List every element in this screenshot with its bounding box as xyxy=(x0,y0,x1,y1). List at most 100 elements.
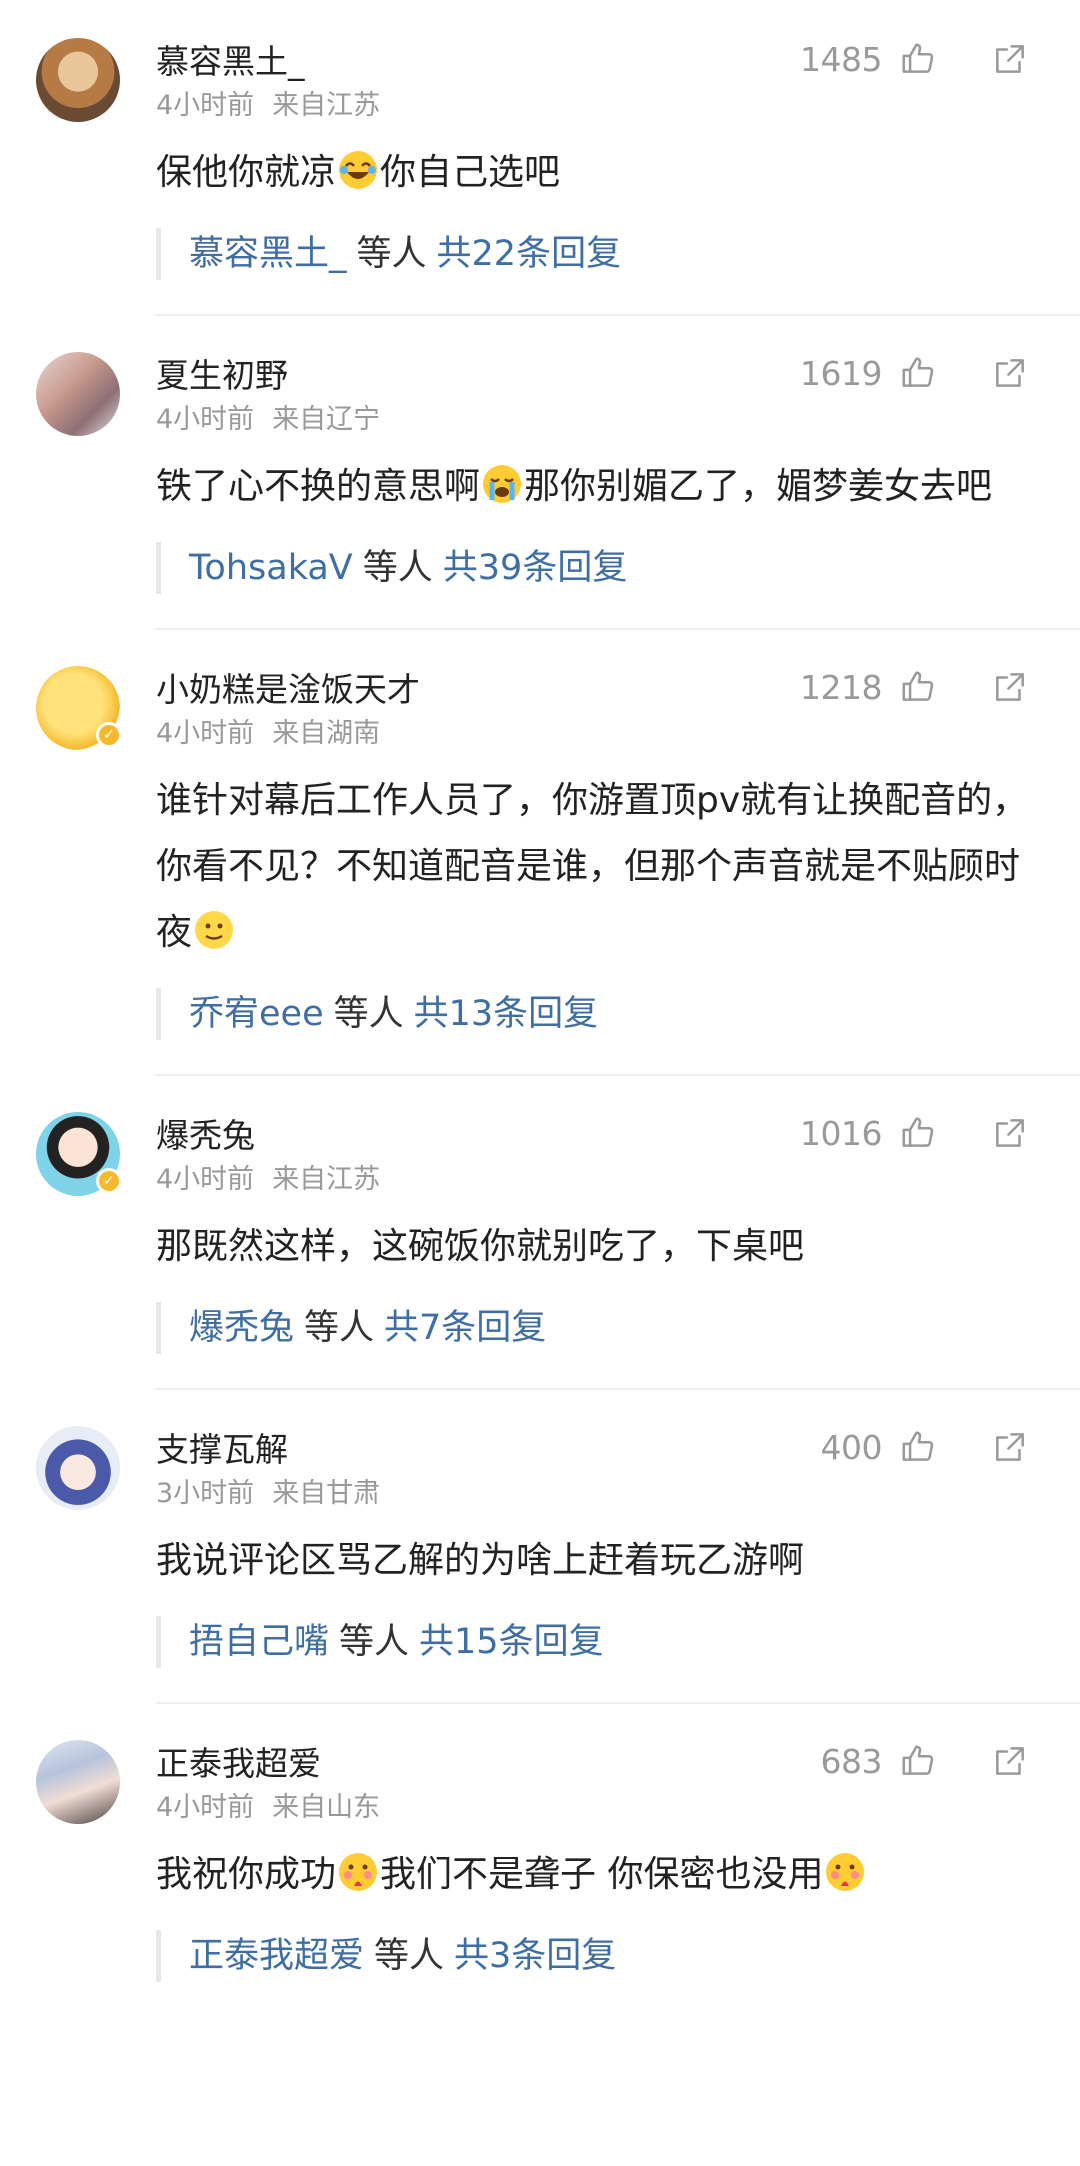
verified-badge-icon: ✓ xyxy=(96,1168,122,1194)
comment-text: 我祝你成功 我们不是聋子 你保密也没用 xyxy=(156,1842,1032,1908)
reply-etc: 等人 xyxy=(362,548,433,588)
timestamp: 3小时前 xyxy=(156,1478,255,1509)
comment-text-part: 我说评论区骂乙解的为啥上赶着玩乙游啊 xyxy=(156,1540,805,1581)
comment-meta: 4小时前 来自湖南 xyxy=(156,714,1032,754)
shy-emoji xyxy=(338,1848,378,1891)
verified-badge-icon: ✓ xyxy=(96,722,122,748)
reply-etc: 等人 xyxy=(339,1622,410,1662)
username[interactable]: 小奶糕是淦饭天才 xyxy=(156,663,800,711)
avatar-anime-image xyxy=(36,1740,120,1824)
reply-user[interactable]: 乔宥eee xyxy=(189,994,324,1034)
thumbs-up-icon[interactable] xyxy=(896,37,940,81)
reply-count-link[interactable]: 共15条回复 xyxy=(419,1622,604,1662)
location: 来自辽宁 xyxy=(272,404,381,435)
location: 来自江苏 xyxy=(272,90,381,121)
share-icon[interactable] xyxy=(988,1111,1032,1155)
reply-count-link[interactable]: 共22条回复 xyxy=(437,234,622,274)
reply-count-link[interactable]: 共39条回复 xyxy=(443,548,628,588)
reply-user[interactable]: 捂自己嘴 xyxy=(189,1622,329,1662)
share-icon[interactable] xyxy=(988,351,1032,395)
comment-text-part: 那既然这样，这碗饭你就别吃了，下桌吧 xyxy=(156,1226,805,1267)
reply-user[interactable]: 正泰我超爱 xyxy=(189,1936,364,1976)
comment-meta: 4小时前 来自江苏 xyxy=(156,1160,1032,1200)
comment-meta: 4小时前 来自辽宁 xyxy=(156,400,1032,440)
like-count: 683 xyxy=(820,1741,883,1781)
reply-etc: 等人 xyxy=(304,1308,375,1348)
avatar[interactable]: ✓ xyxy=(36,666,122,750)
location: 来自山东 xyxy=(272,1792,381,1823)
username[interactable]: 爆秃兔 xyxy=(156,1109,800,1157)
like-count: 400 xyxy=(820,1427,883,1467)
location: 来自江苏 xyxy=(272,1164,381,1195)
comment-text-part: 你自己选吧 xyxy=(380,152,561,193)
username[interactable]: 夏生初野 xyxy=(156,349,800,397)
timestamp: 4小时前 xyxy=(156,1164,255,1195)
avatar[interactable] xyxy=(36,1740,120,1824)
thumbs-up-icon[interactable] xyxy=(896,1425,940,1469)
comment-text-part: 铁了心不换的意思啊 xyxy=(156,466,481,507)
location: 来自甘肃 xyxy=(272,1478,381,1509)
share-icon[interactable] xyxy=(988,1739,1032,1783)
like-count: 1016 xyxy=(800,1113,882,1153)
reply-user[interactable]: TohsakaV xyxy=(189,548,353,588)
thumbs-up-icon[interactable] xyxy=(896,1111,940,1155)
thumbs-up-icon[interactable] xyxy=(896,351,940,395)
reply-summary[interactable]: 乔宥eee 等人 共13条回复 xyxy=(156,988,1032,1040)
username[interactable]: 支撑瓦解 xyxy=(156,1423,821,1471)
reply-summary[interactable]: 正泰我超爱 等人 共3条回复 xyxy=(156,1930,1032,1982)
comment-text-part: 保他你就凉 xyxy=(156,152,337,193)
like-count: 1619 xyxy=(800,353,882,393)
timestamp: 4小时前 xyxy=(156,718,255,749)
comment-text: 我说评论区骂乙解的为啥上赶着玩乙游啊 xyxy=(156,1528,1032,1594)
location: 来自湖南 xyxy=(272,718,381,749)
thumbs-up-icon[interactable] xyxy=(896,1739,940,1783)
shy-emoji xyxy=(825,1848,865,1891)
comment-text: 谁针对幕后工作人员了，你游置顶pv就有让换配音的，你看不见？不知道配音是谁，但那… xyxy=(156,768,1032,966)
comment-meta: 4小时前 来自山东 xyxy=(156,1788,1032,1828)
comment-item: ✓ 小奶糕是淦饭天才 1218 4小时前 来自湖南 谁针对幕后工作人员了，你游置顶… xyxy=(0,628,1080,1074)
like-count: 1485 xyxy=(800,39,882,79)
smile-emoji xyxy=(194,906,234,949)
reply-summary[interactable]: 爆秃兔 等人 共7条回复 xyxy=(156,1302,1032,1354)
comment-meta: 4小时前 来自江苏 xyxy=(156,86,1032,126)
comment-text: 保他你就凉 你自己选吧 xyxy=(156,140,1032,206)
reply-etc: 等人 xyxy=(333,994,404,1034)
reply-user[interactable]: 慕容黑土_ xyxy=(189,234,347,274)
thumbs-up-icon[interactable] xyxy=(896,665,940,709)
comment-text-part: 那你别媚乙了，媚梦姜女去吧 xyxy=(524,466,993,507)
reply-summary[interactable]: 捂自己嘴 等人 共15条回复 xyxy=(156,1616,1032,1668)
share-icon[interactable] xyxy=(988,665,1032,709)
reply-summary[interactable]: TohsakaV 等人 共39条回复 xyxy=(156,542,1032,594)
comment-item: 夏生初野 1619 4小时前 来自辽宁 铁了心不换的意思啊 那你别媚乙了，媚梦姜女去… xyxy=(0,314,1080,628)
reply-count-link[interactable]: 共13条回复 xyxy=(414,994,599,1034)
comment-text-part: 谁针对幕后工作人员了，你游置顶pv就有让换配音的，你看不见？不知道配音是谁，但那… xyxy=(156,780,1029,953)
share-icon[interactable] xyxy=(988,37,1032,81)
username[interactable]: 慕容黑土_ xyxy=(156,35,800,83)
avatar[interactable] xyxy=(36,1426,120,1510)
comment-text: 铁了心不换的意思啊 那你别媚乙了，媚梦姜女去吧 xyxy=(156,454,1032,520)
reply-etc: 等人 xyxy=(374,1936,445,1976)
comment-item: ✓ 爆秃兔 1016 4小时前 来自江苏 那既然这样，这碗饭你就别吃了，下桌吧 爆… xyxy=(0,1074,1080,1388)
reply-user[interactable]: 爆秃兔 xyxy=(189,1308,294,1348)
comment-meta: 3小时前 来自甘肃 xyxy=(156,1474,1032,1514)
comment-text: 那既然这样，这碗饭你就别吃了，下桌吧 xyxy=(156,1214,1032,1280)
avatar[interactable] xyxy=(36,352,120,436)
comment-item: 支撑瓦解 400 3小时前 来自甘肃 我说评论区骂乙解的为啥上赶着玩乙游啊 捂自己… xyxy=(0,1388,1080,1702)
avatar-anime-image xyxy=(36,352,120,436)
comment-list: 慕容黑土_ 1485 4小时前 来自江苏 保他你就凉 你自己选吧 慕容黑土_ 等人 共2… xyxy=(0,0,1080,2016)
reply-count-link[interactable]: 共3条回复 xyxy=(454,1936,616,1976)
laugh-cry-emoji xyxy=(338,146,378,189)
reply-etc: 等人 xyxy=(356,234,427,274)
username[interactable]: 正泰我超爱 xyxy=(156,1737,821,1785)
reply-summary[interactable]: 慕容黑土_ 等人 共22条回复 xyxy=(156,228,1032,280)
comment-item: 慕容黑土_ 1485 4小时前 来自江苏 保他你就凉 你自己选吧 慕容黑土_ 等人 共2… xyxy=(0,0,1080,314)
avatar[interactable] xyxy=(36,38,120,122)
comment-item: 正泰我超爱 683 4小时前 来自山东 我祝你成功 我们不是聋子 你保密也没用 正泰… xyxy=(0,1702,1080,2016)
comment-text-part: 我祝你成功 xyxy=(156,1854,337,1895)
avatar[interactable]: ✓ xyxy=(36,1112,122,1196)
share-icon[interactable] xyxy=(988,1425,1032,1469)
comment-text-part: 我们不是聋子 你保密也没用 xyxy=(380,1854,824,1895)
avatar-anime-boy-image xyxy=(36,1426,120,1510)
reply-count-link[interactable]: 共7条回复 xyxy=(384,1308,546,1348)
sob-emoji xyxy=(482,460,522,503)
